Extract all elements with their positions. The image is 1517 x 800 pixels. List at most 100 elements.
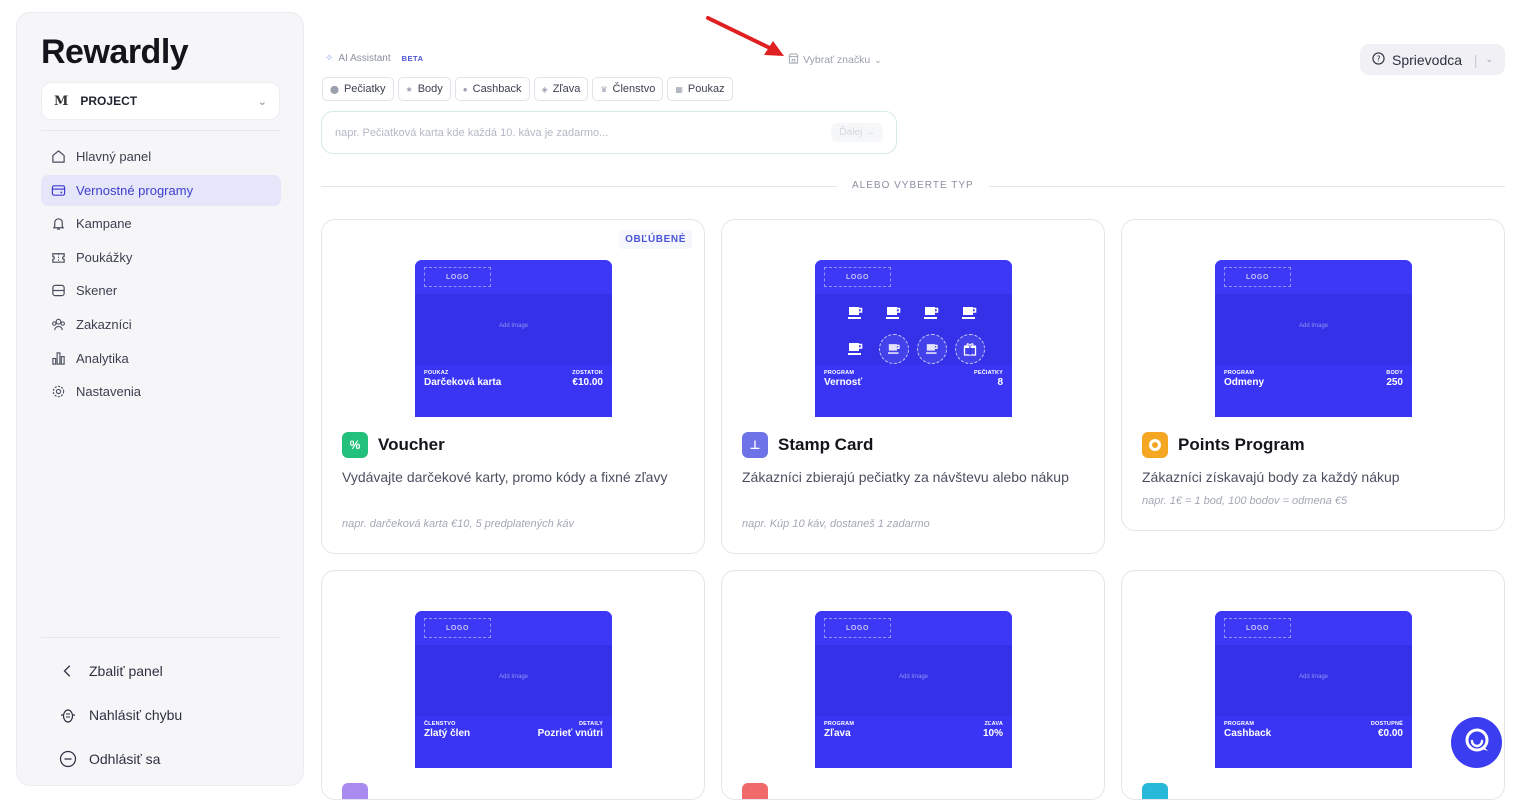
chat-bubble-icon — [1463, 726, 1491, 759]
preview-footer: ČLENSTVO Zlatý člen DETAILY Pozrieť vnútri — [415, 719, 612, 749]
preview-logo-placeholder: LOGO — [424, 267, 491, 287]
card-description: Zákazníci zbierajú pečiatky za návštevu … — [742, 469, 1069, 485]
preview-right-value: €0.00 — [1377, 728, 1403, 739]
preview-logo-placeholder: LOGO — [1224, 618, 1291, 638]
ticket-icon — [50, 249, 66, 265]
preview-right-value: 250 — [1386, 377, 1403, 388]
bug-icon — [59, 706, 77, 724]
chip-label: Pečiatky — [343, 83, 386, 95]
stamp-icon: ⊥ — [742, 432, 768, 458]
collapse-panel-button[interactable]: Zbaliť panel — [41, 649, 281, 693]
preview-image-area — [415, 645, 612, 716]
divider-line — [321, 186, 837, 187]
sidebar-item-scanner[interactable]: Skener — [41, 275, 281, 306]
preview-right-key: DETAILY — [578, 721, 603, 727]
coffee-icon — [879, 298, 909, 328]
preview-left-key: ČLENSTVO — [424, 721, 456, 727]
coffee-icon — [879, 334, 909, 364]
chip-membership[interactable]: ♛ Členstvo — [592, 77, 664, 101]
voucher-icon: % — [342, 432, 368, 458]
tag-icon: ◈ — [541, 84, 548, 94]
sidebar-item-settings[interactable]: Nastavenia — [41, 376, 281, 407]
preview-footer: PROGRAM Vernosť PEČIATKY 8 — [815, 368, 1012, 398]
users-icon — [50, 316, 66, 332]
sidebar-item-label: Nastavenia — [76, 384, 142, 400]
sidebar-item-label: Kampane — [76, 216, 132, 232]
preview-left-value: Zľava — [824, 728, 851, 739]
preview-image-area — [815, 645, 1012, 716]
prompt-placeholder: napr. Pečiatková karta kde každá 10. káv… — [335, 126, 609, 139]
preview-right-value: Pozrieť vnútri — [537, 728, 603, 739]
card-preview: LOGO Add Image ČLENSTVO Zlatý člen DETAIL… — [415, 611, 612, 768]
preview-right-value: €10.00 — [572, 377, 603, 388]
program-card-voucher[interactable]: OBĽÚBENÉ LOGO Add Image POUKAZ Darčeková … — [321, 219, 705, 554]
ai-assistant-label: ✧ AI Assistant BETA — [325, 53, 424, 64]
program-card-membership[interactable]: LOGO Add Image ČLENSTVO Zlatý člen DETAIL… — [321, 570, 705, 800]
preview-logo-placeholder: LOGO — [1224, 267, 1291, 287]
ai-assistant-text: AI Assistant — [338, 53, 391, 64]
ticket-icon: ▦ — [675, 84, 683, 94]
chip-voucher[interactable]: ▦ Poukaz — [667, 77, 733, 101]
divider-line — [989, 186, 1505, 187]
chip-stamps[interactable]: ⬤ Pečiatky — [322, 77, 394, 101]
brand-select-dropdown[interactable]: Vybrať značku ⌄ — [788, 53, 882, 67]
crown-icon: ♛ — [600, 84, 608, 94]
card-title: % Voucher — [342, 432, 445, 458]
card-example: napr. Kúp 10 káv, dostaneš 1 zadarmo — [742, 518, 930, 530]
add-image-label: Add Image — [1298, 323, 1329, 329]
program-card-discount[interactable]: LOGO Add Image PROGRAM Zľava ZĽAVA 10% — [721, 570, 1105, 800]
preview-right-key: PEČIATKY — [973, 370, 1003, 376]
guide-separator: | — [1473, 51, 1478, 68]
ai-prompt-input[interactable]: napr. Pečiatková karta kde každá 10. káv… — [321, 111, 897, 154]
stamp-icon: ⬤ — [330, 84, 339, 94]
preview-right-key: BODY — [1386, 370, 1403, 376]
preview-right-key: ZOSTATOK — [572, 370, 603, 376]
sidebar-item-vouchers[interactable]: Poukážky — [41, 242, 281, 273]
chip-points[interactable]: ★ Body — [397, 77, 451, 101]
sidebar-nav: Hlavný panel Vernostné programy Kampane … — [41, 141, 281, 410]
report-bug-label: Nahlásiť chybu — [89, 707, 183, 723]
chip-label: Členstvo — [612, 83, 656, 95]
program-card-stamp-card[interactable]: LOGO PROGRAM Vernosť PEČIATKY 8 ⊥ Stamp Ca… — [721, 219, 1105, 554]
report-bug-button[interactable]: Nahlásiť chybu — [41, 693, 281, 737]
sidebar-item-dashboard[interactable]: Hlavný panel — [41, 141, 281, 172]
next-button[interactable]: Ďalej → — [831, 123, 883, 142]
preview-image-area — [1215, 645, 1412, 716]
card-preview: LOGO Add Image PROGRAM Zľava ZĽAVA 10% — [815, 611, 1012, 768]
chevron-down-icon: ⌄ — [874, 54, 882, 65]
add-image-label: Add Image — [898, 674, 929, 680]
sidebar-item-customers[interactable]: Zakazníci — [41, 309, 281, 340]
card-description: Zákazníci získavajú body za každý nákup — [1142, 469, 1400, 485]
chip-discount[interactable]: ◈ Zľava — [533, 77, 589, 101]
sidebar-item-label: Hlavný panel — [76, 149, 152, 164]
preview-left-value: Zlatý člen — [424, 728, 471, 739]
sidebar-item-loyalty-programs[interactable]: Vernostné programy — [41, 174, 281, 206]
preview-logo-placeholder: LOGO — [824, 618, 891, 638]
sidebar-item-label: Zakazníci — [76, 316, 132, 332]
card-preview: LOGO Add Image POUKAZ Darčeková karta ZOS… — [415, 260, 612, 417]
beta-badge: BETA — [401, 54, 424, 63]
coffee-icon — [841, 334, 871, 364]
app-logo[interactable]: Rewardly — [41, 33, 189, 72]
logout-button[interactable]: Odhlásiť sa — [41, 737, 281, 781]
program-card-cashback[interactable]: LOGO Add Image PROGRAM Cashback DOSTUPNÉ €… — [1121, 570, 1505, 800]
chat-support-button[interactable] — [1451, 717, 1502, 768]
chevron-down-icon[interactable]: ⌄ — [1485, 54, 1493, 65]
card-title: ⊥ Stamp Card — [742, 432, 873, 458]
sidebar-item-label: Skener — [76, 283, 118, 299]
preview-right-value: 8 — [997, 377, 1003, 388]
program-card-points-program[interactable]: LOGO Add Image PROGRAM Odmeny BODY 250 Poi… — [1121, 219, 1505, 531]
preview-left-key: PROGRAM — [1224, 370, 1255, 376]
program-type-chips: ⬤ Pečiatky ★ Body ● Cashback ◈ Zľava ♛ Členst… — [322, 77, 733, 101]
sidebar-item-campaigns[interactable]: Kampane — [41, 208, 281, 239]
preview-left-value: Cashback — [1224, 728, 1272, 739]
sidebar-item-analytics[interactable]: Analytika — [41, 343, 281, 374]
project-selector[interactable]: M PROJECT ⌄ — [41, 82, 280, 120]
chip-label: Zľava — [552, 83, 581, 95]
chip-cashback[interactable]: ● Cashback — [454, 77, 530, 101]
red-arrow-annotation — [706, 16, 784, 56]
card-example: napr. darčeková karta €10, 5 predplatený… — [342, 518, 574, 530]
card-title-text: Stamp Card — [778, 435, 874, 454]
guide-button[interactable]: ? Sprievodca | ⌄ — [1360, 44, 1505, 75]
add-image-label: Add Image — [1298, 674, 1329, 680]
